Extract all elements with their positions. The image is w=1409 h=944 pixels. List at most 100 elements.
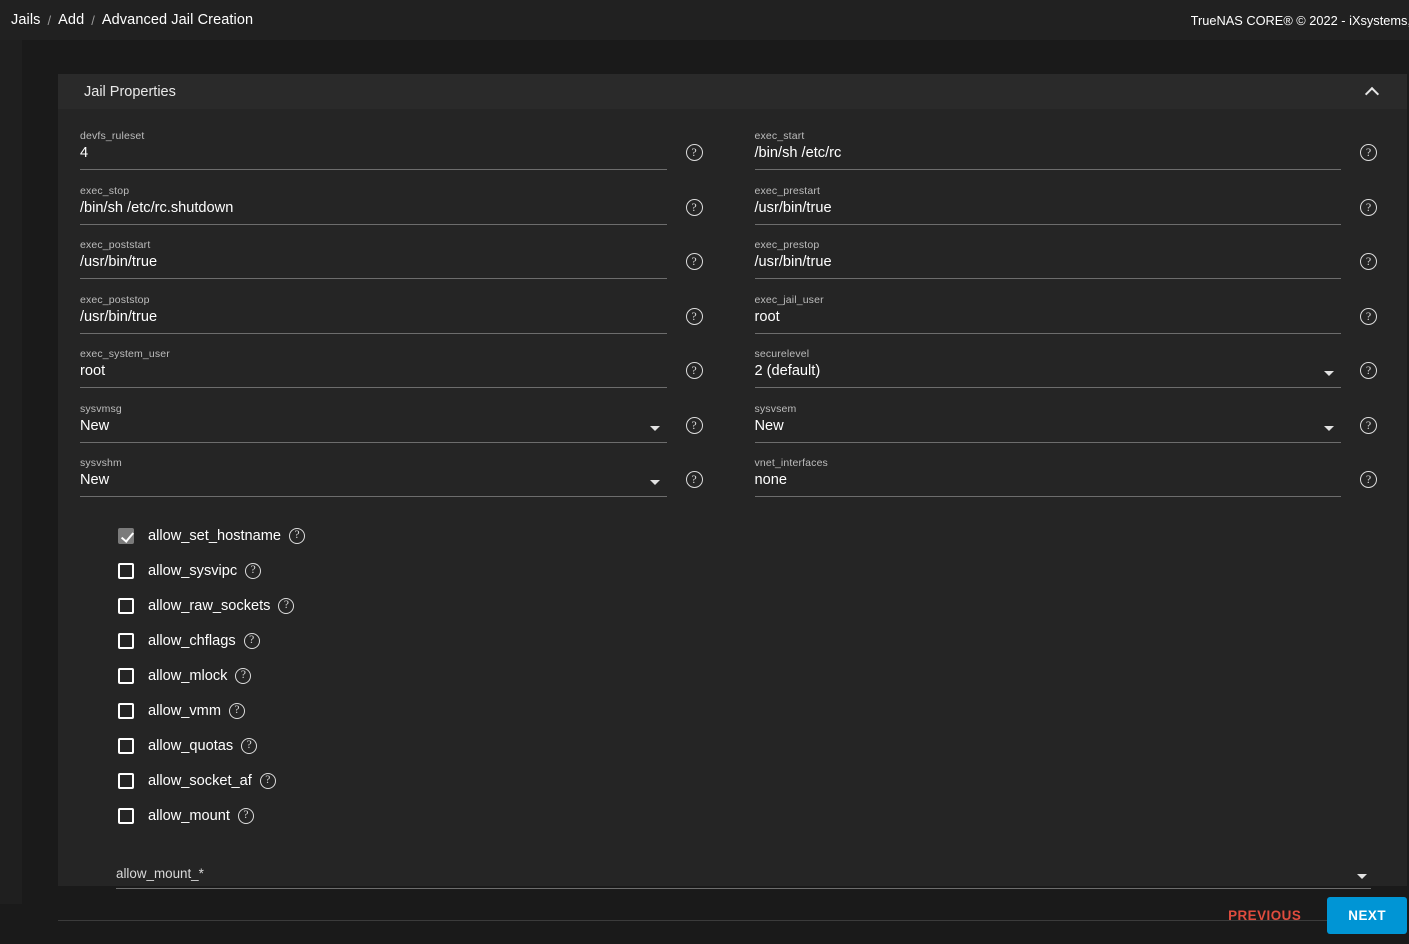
select-value[interactable]: New [80,418,109,434]
input-value[interactable]: /usr/bin/true [755,254,832,270]
form-row: devfs_ruleset4? exec_start/bin/sh /etc/rc… [58,125,1407,180]
checkbox-row-allow_mount[interactable]: allow_mount? [118,799,1407,834]
input-value[interactable]: root [80,363,105,379]
help-circle-icon[interactable]: ? [686,308,703,325]
help-circle-icon[interactable]: ? [686,362,703,379]
checkbox-row-allow_quotas[interactable]: allow_quotas? [118,729,1407,764]
input-value[interactable]: none [755,472,787,488]
breadcrumb-separator: / [84,13,102,28]
help-circle-icon[interactable]: ? [1360,471,1377,488]
form-cell: exec_start/bin/sh /etc/rc? [733,125,1408,180]
help-circle-icon[interactable]: ? [686,253,703,270]
checkbox-allow_vmm[interactable] [118,703,134,719]
breadcrumb-item-jails[interactable]: Jails [11,12,41,28]
checkbox-allow_socket_af[interactable] [118,773,134,789]
help-circle-icon[interactable]: ? [686,144,703,161]
help-circle-icon[interactable]: ? [238,808,254,824]
select-value[interactable]: New [755,418,784,434]
help-circle-icon[interactable]: ? [1360,308,1377,325]
help-circle-icon[interactable]: ? [235,668,251,684]
help-circle-icon[interactable]: ? [1360,199,1377,216]
field-label: exec_prestop [755,239,820,251]
field-exec_jail_user[interactable]: exec_jail_userroot? [755,289,1378,344]
top-bar: Jails/Add/Advanced Jail Creation TrueNAS… [0,0,1409,40]
help-circle-icon[interactable]: ? [289,528,305,544]
checkbox-allow_set_hostname[interactable] [118,528,134,544]
select-value[interactable]: New [80,472,109,488]
field-exec_prestart[interactable]: exec_prestart/usr/bin/true? [755,180,1378,235]
chevron-down-icon[interactable] [650,426,660,431]
input-value[interactable]: 4 [80,145,88,161]
chevron-down-icon[interactable] [1357,874,1367,879]
field-exec_system_user[interactable]: exec_system_userroot? [80,343,703,398]
help-circle-icon[interactable]: ? [260,773,276,789]
chevron-down-icon[interactable] [1324,426,1334,431]
input-value[interactable]: /bin/sh /etc/rc [755,145,842,161]
field-exec_poststart[interactable]: exec_poststart/usr/bin/true? [80,234,703,289]
field-label: exec_start [755,130,805,142]
help-circle-icon[interactable]: ? [278,598,294,614]
field-sysvmsg[interactable]: sysvmsgNew? [80,398,703,453]
field-sysvshm[interactable]: sysvshm New? [80,452,703,507]
field-exec_poststop[interactable]: exec_poststop/usr/bin/true? [80,289,703,344]
field-label: securelevel [755,348,810,360]
field-label: vnet_interfaces [755,457,828,469]
help-circle-icon[interactable]: ? [245,563,261,579]
checkbox-label: allow_chflags [148,633,236,649]
checkbox-allow_mount[interactable] [118,808,134,824]
field-sysvsem[interactable]: sysvsem New? [755,398,1378,453]
field-vnet_interfaces[interactable]: vnet_interfacesnone? [755,452,1378,507]
help-circle-icon[interactable]: ? [229,703,245,719]
chevron-down-icon[interactable] [650,480,660,485]
help-circle-icon[interactable]: ? [1360,417,1377,434]
field-devfs_ruleset[interactable]: devfs_ruleset4? [80,125,703,180]
page-background: Jail Properties devfs_ruleset4? exec_star… [22,40,1409,904]
input-value[interactable]: /usr/bin/true [80,254,157,270]
checkbox-allow_quotas[interactable] [118,738,134,754]
form-row: exec_poststart/usr/bin/true? exec_prestop… [58,234,1407,289]
checkbox-label: allow_sysvipc [148,563,237,579]
page-title: Jail Properties [58,84,176,100]
checkbox-allow_raw_sockets[interactable] [118,598,134,614]
checkbox-row-allow_mlock[interactable]: allow_mlock? [118,659,1407,694]
checkbox-row-allow_chflags[interactable]: allow_chflags? [118,624,1407,659]
field-label: exec_system_user [80,348,170,360]
help-circle-icon[interactable]: ? [241,738,257,754]
checkbox-label: allow_vmm [148,703,221,719]
input-value[interactable]: /usr/bin/true [80,309,157,325]
breadcrumb-item-add[interactable]: Add [58,12,84,28]
field-underline [755,224,1342,225]
checkbox-allow_mlock[interactable] [118,668,134,684]
checkbox-row-allow_socket_af[interactable]: allow_socket_af? [118,764,1407,799]
previous-button[interactable]: PREVIOUS [1212,898,1317,933]
help-circle-icon[interactable]: ? [1360,362,1377,379]
help-circle-icon[interactable]: ? [686,417,703,434]
field-label: sysvsem [755,403,797,415]
form-row: exec_system_userroot? securelevel 2 (defau… [58,343,1407,398]
field-label: sysvshm [80,457,122,469]
breadcrumb-separator: / [41,13,59,28]
checkbox-row-allow_raw_sockets[interactable]: allow_raw_sockets? [118,589,1407,624]
field-exec_stop[interactable]: exec_stop/bin/sh /etc/rc.shutdown? [80,180,703,235]
input-value[interactable]: /bin/sh /etc/rc.shutdown [80,200,233,216]
checkbox-allow_chflags[interactable] [118,633,134,649]
checkbox-row-allow_vmm[interactable]: allow_vmm? [118,694,1407,729]
checkbox-row-allow_sysvipc[interactable]: allow_sysvipc? [118,554,1407,589]
field-exec_prestop[interactable]: exec_prestop/usr/bin/true? [755,234,1378,289]
help-circle-icon[interactable]: ? [686,199,703,216]
chevron-down-icon[interactable] [1324,371,1334,376]
input-value[interactable]: /usr/bin/true [755,200,832,216]
help-circle-icon[interactable]: ? [686,471,703,488]
checkbox-allow_sysvipc[interactable] [118,563,134,579]
card-header: Jail Properties [58,74,1407,109]
field-exec_start[interactable]: exec_start/bin/sh /etc/rc? [755,125,1378,180]
checkbox-row-allow_set_hostname[interactable]: allow_set_hostname? [118,519,1407,554]
chevron-up-icon[interactable] [1355,74,1389,109]
select-value[interactable]: 2 (default) [755,363,821,379]
help-circle-icon[interactable]: ? [244,633,260,649]
input-value[interactable]: root [755,309,780,325]
help-circle-icon[interactable]: ? [1360,253,1377,270]
help-circle-icon[interactable]: ? [1360,144,1377,161]
field-securelevel[interactable]: securelevel 2 (default)? [755,343,1378,398]
next-button[interactable]: NEXT [1327,897,1407,934]
